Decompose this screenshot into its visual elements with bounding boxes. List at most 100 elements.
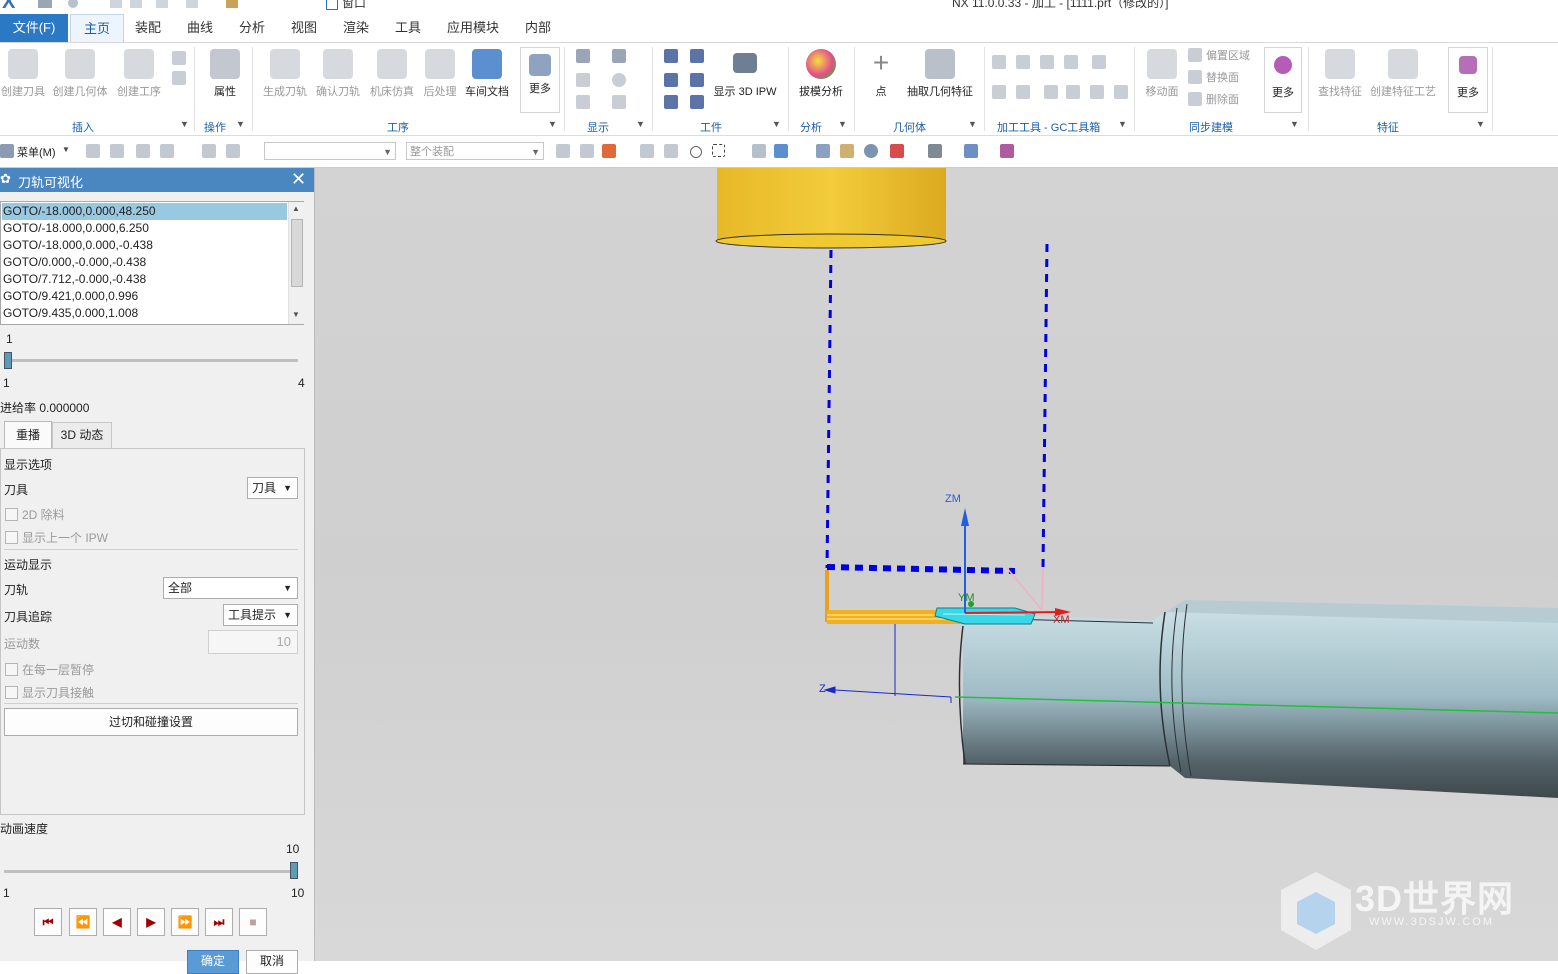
menu-dropdown-icon[interactable]: ▼ bbox=[62, 145, 70, 154]
goto-list-item[interactable]: GOTO/9.435,0.000,1.008 bbox=[2, 305, 287, 322]
display-layer-icon[interactable] bbox=[576, 95, 590, 109]
rotate-icon[interactable] bbox=[864, 144, 878, 158]
2d-removal-checkbox[interactable] bbox=[5, 508, 18, 521]
draft-analysis-button[interactable]: 拔模分析 bbox=[796, 49, 846, 99]
touch-mode-icon[interactable] bbox=[186, 0, 198, 8]
filter-icon-1[interactable] bbox=[86, 144, 100, 158]
orient-view-icon[interactable] bbox=[890, 144, 904, 158]
goto-list-item[interactable]: GOTO/-18.000,0.000,-0.438 bbox=[2, 237, 287, 254]
view-icon-2[interactable] bbox=[774, 144, 788, 158]
goto-list[interactable]: GOTO/-18.000,0.000,48.250 GOTO/-18.000,0.… bbox=[0, 201, 304, 325]
filter-icon-3[interactable] bbox=[136, 144, 150, 158]
gc-icon-6[interactable] bbox=[992, 85, 1006, 99]
process-expand-icon[interactable]: ▼ bbox=[548, 119, 557, 129]
feature-more-button[interactable]: 更多 bbox=[1448, 47, 1488, 113]
gc-icon-2[interactable] bbox=[1016, 55, 1030, 69]
find-feature-button[interactable]: 查找特征 bbox=[1316, 49, 1364, 99]
snap-icon-3[interactable] bbox=[602, 144, 616, 158]
view-icon-1[interactable] bbox=[752, 144, 766, 158]
tab-render[interactable]: 渲染 bbox=[332, 14, 380, 42]
sync-expand-icon[interactable]: ▼ bbox=[1290, 119, 1299, 129]
cancel-button[interactable]: 取消 bbox=[246, 950, 298, 974]
gc-icon-8[interactable] bbox=[1044, 85, 1058, 99]
generate-path-button[interactable]: 生成刀轨 bbox=[262, 49, 308, 99]
gear-icon[interactable]: ✿ bbox=[0, 171, 11, 187]
gc-icon-1[interactable] bbox=[992, 55, 1006, 69]
step-slider-track[interactable] bbox=[4, 359, 298, 362]
display-curve-icon[interactable] bbox=[612, 95, 626, 109]
pause-layer-checkbox[interactable] bbox=[5, 663, 18, 676]
postprocess-button[interactable]: 后处理 bbox=[420, 49, 460, 99]
goto-list-item[interactable]: GOTO/-18.000,0.000,6.250 bbox=[2, 220, 287, 237]
delete-face-button[interactable]: 删除面 bbox=[1206, 91, 1239, 107]
insert-expand-icon[interactable]: ▼ bbox=[180, 119, 189, 129]
edit-icon[interactable] bbox=[226, 0, 238, 8]
render-style-icon[interactable] bbox=[928, 144, 942, 158]
create-tool-button[interactable]: 创建刀具 bbox=[0, 49, 46, 99]
properties-button[interactable]: 属性 bbox=[202, 49, 248, 99]
verify-path-button[interactable]: 确认刀轨 bbox=[314, 49, 362, 99]
gc-icon-9[interactable] bbox=[1066, 85, 1080, 99]
shaded-icon[interactable] bbox=[964, 144, 978, 158]
wp-icon-2[interactable] bbox=[690, 49, 704, 63]
snap-icon-5[interactable] bbox=[664, 144, 678, 158]
tab-replay[interactable]: 重播 bbox=[4, 421, 52, 449]
path-dropdown[interactable]: 全部 ▼ bbox=[163, 577, 298, 599]
ok-button[interactable]: 确定 bbox=[187, 950, 239, 974]
motion-count-input[interactable]: 10 bbox=[208, 630, 298, 654]
step-slider-thumb[interactable] bbox=[4, 352, 12, 369]
tab-assembly[interactable]: 装配 bbox=[124, 14, 172, 42]
sync-more-button[interactable]: 更多 bbox=[1264, 47, 1302, 113]
wp-icon-6[interactable] bbox=[690, 95, 704, 109]
goto-list-item[interactable]: GOTO/0.000,-0.000,-0.438 bbox=[2, 254, 287, 271]
scroll-up-icon[interactable]: ▲ bbox=[292, 204, 300, 213]
create-geometry-button[interactable]: 创建几何体 bbox=[52, 49, 108, 99]
gouge-collision-button[interactable]: 过切和碰撞设置 bbox=[4, 708, 298, 736]
forward-end-button[interactable]: ⏭ bbox=[205, 908, 233, 936]
stop-button[interactable]: ■ bbox=[239, 908, 267, 936]
scroll-down-icon[interactable]: ▼ bbox=[292, 310, 300, 319]
display-point-icon[interactable] bbox=[612, 73, 626, 87]
window-menu-label[interactable]: 窗口 bbox=[342, 0, 366, 11]
wp-icon-4[interactable] bbox=[690, 73, 704, 87]
graphics-viewport[interactable]: ZM YM XM Z 3D世界网 WWW.3DSJW.COM bbox=[315, 168, 1558, 961]
move-face-button[interactable]: 移动面 bbox=[1142, 49, 1182, 99]
undo-icon[interactable] bbox=[68, 0, 78, 8]
fit-view-icon[interactable] bbox=[816, 144, 830, 158]
list-scrollbar[interactable]: ▲ ▼ bbox=[288, 202, 304, 324]
tab-3d-dynamic[interactable]: 3D 动态 bbox=[52, 422, 112, 448]
anim-speed-track[interactable] bbox=[4, 870, 298, 873]
filter-icon-5[interactable] bbox=[202, 144, 216, 158]
geometry-expand-icon[interactable]: ▼ bbox=[968, 119, 977, 129]
select-box-icon[interactable] bbox=[712, 144, 725, 157]
tab-app-modules[interactable]: 应用模块 bbox=[440, 14, 506, 42]
filter-icon-4[interactable] bbox=[160, 144, 174, 158]
trace-dropdown[interactable]: 工具提示 ▼ bbox=[223, 604, 298, 626]
mcs-triad[interactable] bbox=[961, 508, 1071, 616]
wp-icon-1[interactable] bbox=[664, 49, 678, 63]
tab-home[interactable]: 主页 bbox=[70, 14, 124, 42]
snap-point-icon[interactable] bbox=[690, 146, 702, 158]
process-more-button[interactable]: 更多 bbox=[520, 47, 560, 113]
show-3d-ipw-button[interactable]: 显示 3D IPW bbox=[712, 49, 778, 99]
tab-analysis[interactable]: 分析 bbox=[228, 14, 276, 42]
snap-icon-4[interactable] bbox=[640, 144, 654, 158]
gc-icon-10[interactable] bbox=[1090, 85, 1104, 99]
snap-icon-2[interactable] bbox=[580, 144, 594, 158]
tab-tools[interactable]: 工具 bbox=[384, 14, 432, 42]
shop-doc-button[interactable]: 车间文档 bbox=[462, 49, 512, 99]
machine-sim-button[interactable]: 机床仿真 bbox=[368, 49, 416, 99]
feature-expand-icon[interactable]: ▼ bbox=[1476, 119, 1485, 129]
display-path-icon[interactable] bbox=[576, 49, 590, 63]
toolpath[interactable] bbox=[825, 243, 1049, 574]
anim-speed-thumb[interactable] bbox=[290, 862, 298, 879]
workpiece-expand-icon[interactable]: ▼ bbox=[772, 119, 781, 129]
tool-holder[interactable] bbox=[715, 168, 947, 249]
step-forward-button[interactable]: ⏩ bbox=[171, 908, 199, 936]
step-back-button[interactable]: ⏪ bbox=[69, 908, 97, 936]
window-icon[interactable] bbox=[326, 0, 338, 10]
prev-ipw-checkbox[interactable] bbox=[5, 531, 18, 544]
save-icon[interactable] bbox=[38, 0, 52, 8]
wp-icon-3[interactable] bbox=[664, 73, 678, 87]
point-button[interactable]: + 点 bbox=[866, 49, 896, 99]
